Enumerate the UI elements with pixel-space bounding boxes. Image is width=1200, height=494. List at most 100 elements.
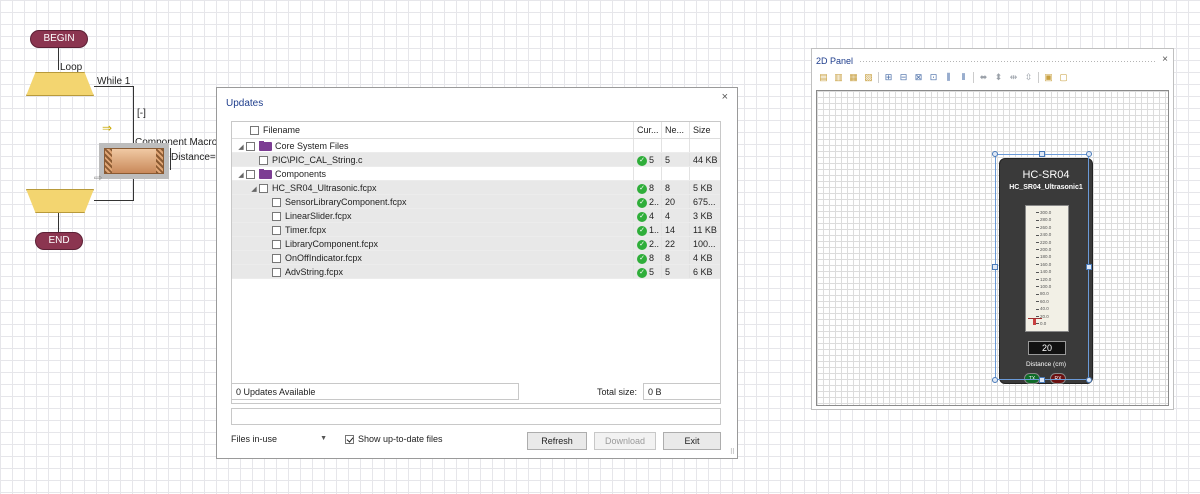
close-icon[interactable]: × [722,91,728,103]
table-row[interactable]: ◢ Components [232,167,720,181]
files-filter-dropdown[interactable]: Files in-use ▼ [231,434,327,444]
file-name: OnOffIndicator.fcpx [285,253,362,263]
table-row[interactable]: ◢ Core System Files [232,139,720,153]
show-uptodate-checkbox[interactable] [345,435,354,445]
distribute-h-icon[interactable]: ⊠ [913,72,924,83]
row-checkbox[interactable] [272,198,281,208]
newest-version: 20 [665,197,676,207]
loop-start-block[interactable] [26,72,94,96]
file-size: 5 KB [693,183,713,193]
newest-version: 4 [665,211,671,221]
distance-assign-label: Distance= [171,152,216,163]
connector-line [94,200,134,201]
total-size-field: 0 B [643,383,721,400]
status-field: 0 Updates Available [231,383,519,400]
align-center-icon[interactable]: ▥ [833,72,844,83]
resize-handle[interactable] [1086,151,1092,157]
loop-end-block[interactable] [26,189,94,213]
table-row[interactable]: AdvString.fcpx ✓ 5 5 6 KB [232,265,720,279]
column-header-size[interactable]: Size [693,125,721,135]
select-all-checkbox[interactable] [250,126,259,136]
align-right-icon[interactable]: ▦ [848,72,859,83]
row-checkbox[interactable] [246,142,255,152]
align-top-icon[interactable]: ▧ [863,72,874,83]
dialog-title: Updates [226,98,264,109]
center-v-icon[interactable]: ⇳ [1023,72,1034,83]
resize-handle[interactable] [992,151,998,157]
space-v-icon[interactable]: ⫴ [958,72,969,83]
check-circle-icon: ✓ [637,155,647,166]
expand-toggle-icon[interactable]: ◢ [236,171,246,179]
row-checkbox[interactable] [259,156,268,166]
table-row[interactable]: OnOffIndicator.fcpx ✓ 8 8 4 KB [232,251,720,265]
file-size: 675... [693,197,716,207]
column-header-filename[interactable]: Filename [263,125,300,135]
collapse-toggle[interactable]: [-] [137,108,146,119]
component-macro-label: Component Macro [135,137,218,148]
align-bottom-icon[interactable]: ⊟ [898,72,909,83]
resize-handle[interactable] [1086,377,1092,383]
resize-handle[interactable] [1039,377,1045,383]
resize-grip-icon[interactable]: ⠿ [730,448,735,456]
file-name: PIC\PIC_CAL_String.c [272,155,363,165]
expand-toggle-icon[interactable]: ◢ [249,185,259,193]
file-name: Components [275,169,327,179]
current-version: 8 [649,253,655,263]
begin-block[interactable]: BEGIN [30,30,88,48]
current-version: 4 [649,211,655,221]
table-row[interactable]: LibraryComponent.fcpx ✓ 2.. 22 100... [232,237,720,251]
current-version: 5 [649,155,655,165]
resize-handle[interactable] [992,377,998,383]
row-checkbox[interactable] [272,268,281,278]
table-row[interactable]: Timer.fcpx ✓ 1.. 14 11 KB [232,223,720,237]
row-checkbox[interactable] [272,240,281,250]
group-icon[interactable]: ▣ [1043,72,1054,83]
column-header-newest[interactable]: Ne... [665,125,687,135]
row-checkbox[interactable] [272,212,281,222]
resize-handle[interactable] [1086,264,1092,270]
center-h-icon[interactable]: ⇹ [1008,72,1019,83]
table-row[interactable]: ◢ HC_SR04_Ultrasonic.fcpx ✓ 8 8 5 KB [232,181,720,195]
expand-toggle-icon[interactable]: ◢ [236,143,246,151]
table-row[interactable]: SensorLibraryComponent.fcpx ✓ 2.. 20 675... [232,195,720,209]
end-block[interactable]: END [35,232,83,250]
panel-toolbar: ▤ ▥ ▦ ▧ ⊞ ⊟ ⊠ ⊡ ⫼ ⫴ ⬌ ⬍ ⇹ ⇳ ▣ ▢ [818,72,1073,86]
download-button[interactable]: Download [594,432,656,450]
panel-2d: 2D Panel × ▤ ▥ ▦ ▧ ⊞ ⊟ ⊠ ⊡ ⫼ ⫴ ⬌ ⬍ ⇹ ⇳ ▣ ▢ HC-SR04 HC_S… [811,48,1174,410]
loop-label: Loop [60,62,83,73]
component-macro-block[interactable] [104,148,164,174]
row-checkbox[interactable] [272,254,281,264]
size-width-icon[interactable]: ⬌ [978,72,989,83]
table-row[interactable]: PIC\PIC_CAL_String.c ✓ 5 5 44 KB [232,153,720,167]
connector-line [58,213,59,233]
row-checkbox[interactable] [259,184,268,194]
newest-version: 8 [665,253,671,263]
align-left-icon[interactable]: ▤ [818,72,829,83]
space-h-icon[interactable]: ⫼ [943,72,954,83]
file-list[interactable]: Filename Cur... Ne... Size ◢ Core System … [231,121,721,404]
show-uptodate-toggle[interactable]: Show up-to-date files [345,434,443,445]
close-icon[interactable]: × [1162,54,1168,65]
progress-bar [231,408,721,425]
row-checkbox[interactable] [272,226,281,236]
exit-button[interactable]: Exit [663,432,721,450]
panel-canvas[interactable]: HC-SR04 HC_SR04_Ultrasonic1 300.0 280.0 26… [816,90,1169,406]
panel-drag-handle[interactable] [859,60,1155,63]
row-checkbox[interactable] [246,170,255,180]
file-size: 11 KB [693,225,717,235]
table-row[interactable]: LinearSlider.fcpx ✓ 4 4 3 KB [232,209,720,223]
show-uptodate-label: Show up-to-date files [358,434,443,444]
panel-title: 2D Panel [816,56,854,66]
distribute-v-icon[interactable]: ⊡ [928,72,939,83]
file-size: 44 KB [693,155,718,165]
check-circle-icon: ✓ [637,197,647,208]
ungroup-icon[interactable]: ▢ [1058,72,1069,83]
size-height-icon[interactable]: ⬍ [993,72,1004,83]
resize-handle[interactable] [1039,151,1045,157]
refresh-button[interactable]: Refresh [527,432,587,450]
align-middle-icon[interactable]: ⊞ [883,72,894,83]
column-header-current[interactable]: Cur... [637,125,661,135]
resize-handle[interactable] [992,264,998,270]
newest-version: 8 [665,183,671,193]
while-condition-label: While 1 [97,76,131,87]
